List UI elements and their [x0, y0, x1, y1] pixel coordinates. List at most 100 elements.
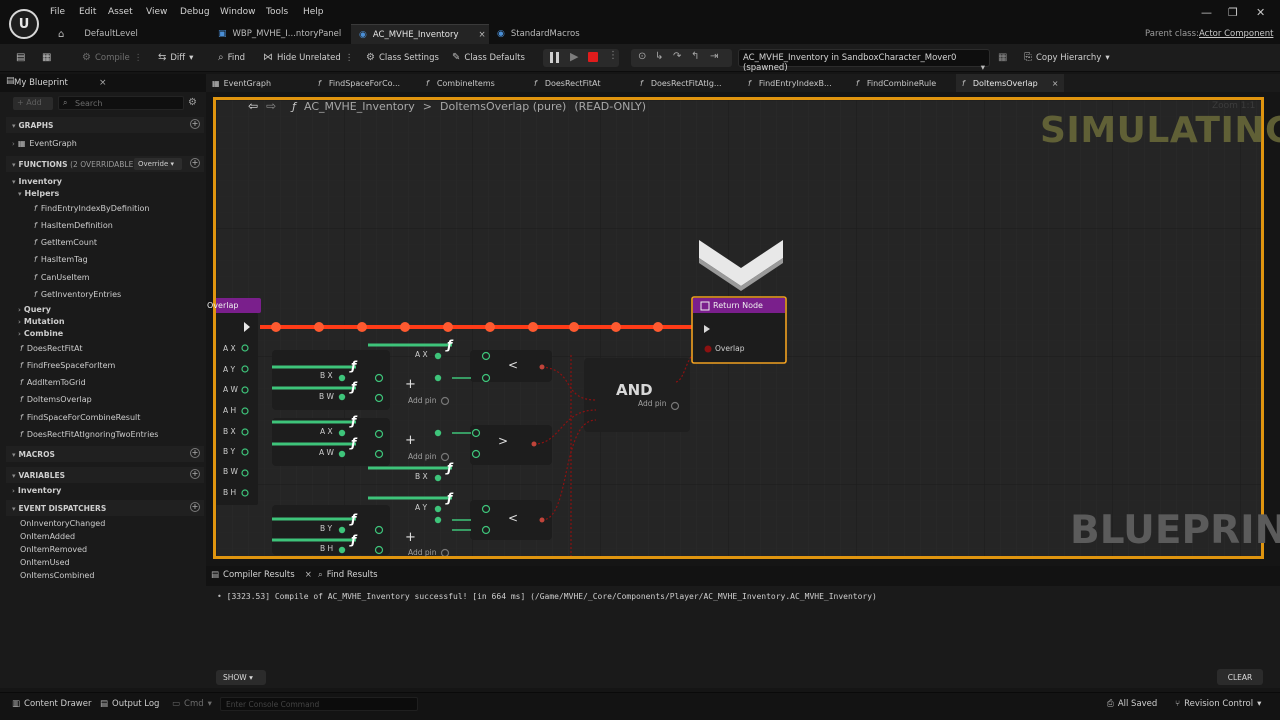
close-tab-icon[interactable]: ×	[1052, 79, 1059, 88]
revision-control-button[interactable]: ⑂ Revision Control ▾	[1175, 699, 1261, 709]
graph-tab-eventgraph[interactable]: ▦ EventGraph	[206, 74, 277, 92]
find-node-icon[interactable]: ⊙	[638, 51, 646, 62]
menu-edit[interactable]: Edit	[79, 7, 96, 17]
search-input[interactable]: Search	[58, 96, 184, 110]
menu-window[interactable]: Window	[220, 7, 256, 17]
add-pin-label[interactable]: Add pin	[408, 452, 437, 461]
close-tab-icon[interactable]: ×	[305, 570, 312, 580]
menu-help[interactable]: Help	[303, 7, 324, 17]
content-drawer-button[interactable]: ▥ Content Drawer	[12, 699, 91, 709]
add-pin-label[interactable]: Add pin	[408, 396, 437, 405]
show-button[interactable]: SHOW ▾	[216, 670, 266, 685]
graph-canvas[interactable]: ƒƒ ƒ ƒƒ ƒƒ ƒƒ	[213, 97, 1264, 559]
play-options-icon[interactable]: ⋮	[608, 50, 618, 61]
menu-view[interactable]: View	[146, 7, 167, 17]
function-item[interactable]: f DoItemsOverlap	[20, 395, 92, 404]
gear-icon[interactable]: ⚙	[188, 97, 197, 108]
step-over-icon[interactable]: ↷	[673, 51, 681, 62]
back-arrow-icon[interactable]: ⇦	[248, 99, 258, 113]
add-button[interactable]: + Add	[13, 97, 53, 110]
section-event-dispatchers[interactable]: ▾ EVENT DISPATCHERS +	[6, 500, 204, 516]
all-saved-button[interactable]: ⎙ All Saved	[1107, 699, 1157, 709]
clear-button[interactable]: CLEAR	[1217, 669, 1263, 685]
breadcrumb-root[interactable]: AC_MVHE_Inventory	[304, 100, 415, 113]
function-item[interactable]: f CanUseItem	[34, 273, 90, 282]
add-pin-label[interactable]: Add pin	[408, 548, 437, 557]
hide-unrelated-options-icon[interactable]: ⋮	[345, 53, 354, 63]
stop-icon[interactable]	[588, 52, 598, 62]
graph-tab[interactable]: f DoesRectFitAtIg...	[634, 74, 728, 92]
menu-asset[interactable]: Asset	[108, 7, 133, 17]
tab-widget-inventory-panel[interactable]: ▣ WBP_MVHE_I...ntoryPanel	[210, 24, 350, 44]
output-log-button[interactable]: ▤ Output Log	[100, 699, 159, 709]
close-panel-icon[interactable]: ×	[99, 78, 107, 88]
minimize-icon[interactable]: —	[1201, 6, 1212, 19]
parent-class-link[interactable]: Actor Component	[1199, 29, 1273, 39]
add-variable-icon[interactable]: +	[190, 469, 200, 479]
section-graphs[interactable]: ▾ GRAPHS +	[6, 117, 204, 133]
maximize-icon[interactable]: ❐	[1228, 6, 1238, 19]
resume-icon[interactable]: ▶	[570, 50, 578, 63]
diff-button[interactable]: ⇆ Diff ▾	[158, 52, 193, 63]
pause-icon[interactable]	[556, 52, 559, 63]
category-combine[interactable]: › Combine	[18, 329, 63, 338]
tab-ac-inventory[interactable]: ◉ AC_MVHE_Inventory ×	[351, 24, 489, 44]
find-button[interactable]: ⌕ Find	[218, 52, 245, 63]
dispatcher-item[interactable]: OnItemUsed	[20, 558, 70, 567]
hide-unrelated-button[interactable]: ⋈ Hide Unrelated ⋮	[263, 52, 353, 63]
compile-options-icon[interactable]: ⋮	[134, 53, 143, 63]
close-window-icon[interactable]: ✕	[1256, 6, 1265, 19]
function-item[interactable]: f FindSpaceForCombineResult	[20, 413, 140, 422]
tab-standard-macros[interactable]: ◉ StandardMacros	[489, 24, 599, 44]
function-item[interactable]: f HasItemTag	[34, 255, 88, 264]
section-macros[interactable]: ▾ MACROS +	[6, 446, 204, 462]
graph-tab[interactable]: f FindSpaceForCo...	[312, 74, 406, 92]
function-item[interactable]: f GetInventoryEntries	[34, 290, 121, 299]
category-mutation[interactable]: › Mutation	[18, 317, 65, 326]
menu-tools[interactable]: Tools	[266, 7, 288, 17]
tab-default-level[interactable]: ⌂ DefaultLevel	[50, 24, 210, 44]
dispatcher-item[interactable]: OnInventoryChanged	[20, 519, 105, 528]
save-icon[interactable]: ▤	[16, 52, 25, 63]
function-item[interactable]: f FindEntryIndexByDefinition	[34, 204, 150, 213]
add-node-2[interactable]	[272, 418, 390, 466]
class-defaults-button[interactable]: ✎ Class Defaults	[452, 52, 525, 63]
override-dropdown[interactable]: Override ▾	[134, 158, 182, 170]
category-inventory-vars[interactable]: › Inventory	[12, 486, 61, 495]
step-out-icon[interactable]: ↰	[691, 51, 699, 62]
graph-tab-active[interactable]: f DoItemsOverlap ×	[956, 74, 1065, 92]
function-item[interactable]: f HasItemDefinition	[34, 221, 113, 230]
browse-debug-icon[interactable]: ▦	[998, 52, 1007, 63]
tab-find-results[interactable]: ⌕ Find Results	[318, 570, 378, 580]
graph-tab[interactable]: f DoesRectFitAt	[528, 74, 606, 92]
add-macro-icon[interactable]: +	[190, 448, 200, 458]
copy-hierarchy-button[interactable]: ⎘ Copy Hierarchy ▾	[1024, 52, 1110, 63]
dispatcher-item[interactable]: OnItemRemoved	[20, 545, 87, 554]
function-item[interactable]: f GetItemCount	[34, 238, 97, 247]
step-next-icon[interactable]: ⇥	[710, 51, 718, 62]
add-graph-icon[interactable]: +	[190, 119, 200, 129]
console-input[interactable]: Enter Console Command	[220, 697, 418, 711]
category-query[interactable]: › Query	[18, 305, 51, 314]
category-inventory[interactable]: ▾ Inventory	[12, 177, 62, 186]
cmd-dropdown[interactable]: ▭ Cmd ▾	[172, 699, 212, 709]
unreal-logo-icon[interactable]: U	[9, 9, 39, 39]
function-item[interactable]: f DoesRectFitAtIgnoringTwoEntries	[20, 430, 158, 439]
graph-tab[interactable]: f FindCombineRule	[850, 74, 942, 92]
function-item[interactable]: f AddItemToGrid	[20, 378, 86, 387]
section-variables[interactable]: ▾ VARIABLES +	[6, 467, 204, 483]
step-into-icon[interactable]: ↳	[655, 51, 663, 62]
graph-tab[interactable]: f FindEntryIndexB...	[742, 74, 838, 92]
function-item[interactable]: f DoesRectFitAt	[20, 344, 82, 353]
pause-icon-bar[interactable]	[550, 52, 553, 63]
forward-arrow-icon[interactable]: ⇨	[266, 99, 276, 113]
and-add-pin-label[interactable]: Add pin	[638, 399, 667, 408]
add-function-icon[interactable]: +	[190, 158, 200, 168]
category-helpers[interactable]: ▾ Helpers	[18, 189, 59, 198]
graph-tab[interactable]: f CombineItems	[420, 74, 501, 92]
menu-file[interactable]: File	[50, 7, 65, 17]
add-dispatcher-icon[interactable]: +	[190, 502, 200, 512]
my-blueprint-title[interactable]: My Blueprint	[14, 78, 68, 88]
add-node-1[interactable]	[272, 350, 390, 410]
tab-compiler-results[interactable]: ▤ Compiler Results ×	[211, 570, 312, 580]
